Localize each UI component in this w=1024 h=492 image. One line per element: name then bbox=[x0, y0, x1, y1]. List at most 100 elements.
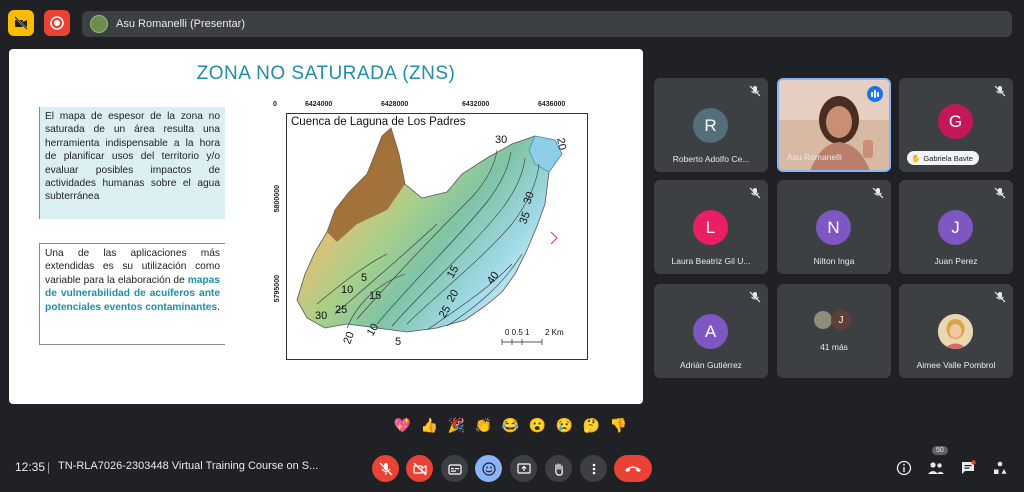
party-reaction[interactable]: 🎉 bbox=[447, 416, 466, 435]
thumbs-up-reaction[interactable]: 👍 bbox=[420, 416, 439, 435]
avatar-photo bbox=[938, 314, 973, 349]
pinned-name-chip: ✋ Gabriela Bavte bbox=[907, 151, 979, 165]
contour-label: 30 bbox=[495, 134, 508, 146]
emoji-button[interactable] bbox=[475, 455, 502, 482]
x-coord-label: 6436000 bbox=[538, 101, 566, 108]
mic-off-icon bbox=[994, 85, 1006, 97]
mic-off-icon bbox=[749, 187, 761, 199]
info-icon[interactable] bbox=[895, 459, 913, 477]
map-north-label: 0 bbox=[273, 101, 277, 108]
participant-name: Aimee Valle Pombrol bbox=[916, 360, 996, 370]
mic-off-icon bbox=[994, 187, 1006, 199]
mini-avatar: J bbox=[831, 310, 851, 330]
participant-name: Adrián Gutiérrez bbox=[680, 360, 742, 370]
clock: 12:35 bbox=[15, 460, 46, 474]
participant-tile[interactable]: N Nilton Inga bbox=[777, 180, 891, 274]
participant-tile[interactable]: L Laura Beatriz Gil U... bbox=[654, 180, 768, 274]
participant-tile[interactable]: R Roberto Adolfo Ce... bbox=[654, 78, 768, 172]
meeting-title: TN-RLA7026-2303448 Virtual Training Cour… bbox=[58, 460, 319, 472]
slide-text-box-2: Una de las aplicaciones más extendidas e… bbox=[39, 243, 225, 345]
scale-label: 0 0.5 1 bbox=[505, 328, 530, 337]
y-coord-label: 5800000 bbox=[274, 185, 281, 213]
contour-label: 20 bbox=[554, 136, 569, 152]
mini-avatar-photo bbox=[813, 310, 833, 330]
mic-off-icon bbox=[379, 462, 392, 475]
marker-icon bbox=[550, 231, 558, 245]
captions-button[interactable] bbox=[441, 455, 468, 482]
thinking-reaction[interactable]: 🤔 bbox=[582, 416, 601, 435]
clap-reaction[interactable]: 👏 bbox=[474, 416, 493, 435]
terrain-map-graphic bbox=[296, 127, 563, 345]
map-frame: Cuenca de Laguna de Los Padres 30 20 35 … bbox=[286, 113, 588, 360]
heart-reaction[interactable]: 💖 bbox=[393, 416, 412, 435]
camera-off-button[interactable] bbox=[406, 455, 433, 482]
end-call-button[interactable] bbox=[614, 455, 652, 482]
contour-label: 30 bbox=[315, 310, 328, 322]
raise-hand-button[interactable] bbox=[545, 455, 572, 482]
people-icon[interactable] bbox=[927, 459, 945, 477]
participant-name: Gabriela Bavte bbox=[923, 153, 973, 163]
more-participants-label: 41 más bbox=[820, 342, 848, 352]
more-options-button[interactable] bbox=[580, 455, 607, 482]
participant-name: Laura Beatriz Gil U... bbox=[671, 256, 751, 266]
map-title: Cuenca de Laguna de Los Padres bbox=[291, 116, 466, 128]
avatar: G bbox=[938, 104, 973, 139]
mic-off-icon bbox=[749, 291, 761, 303]
participant-name: Nilton Inga bbox=[813, 256, 855, 266]
presentation-slide: ZONA NO SATURADA (ZNS) El mapa de espeso… bbox=[9, 49, 643, 404]
thumbs-down-reaction[interactable]: 👎 bbox=[609, 416, 628, 435]
more-icon bbox=[592, 463, 595, 474]
participant-name: Asu Romanelli bbox=[787, 152, 842, 162]
scale-unit: 2 Km bbox=[545, 328, 564, 337]
participant-name: Juan Perez bbox=[934, 256, 978, 266]
present-button[interactable] bbox=[510, 455, 537, 482]
captions-icon bbox=[447, 463, 462, 475]
avatar: N bbox=[816, 210, 851, 245]
map-figure: 0 6424000 6428000 6432000 6436000 580000… bbox=[271, 97, 591, 367]
activities-icon[interactable] bbox=[991, 459, 1009, 477]
presenter-label: Asu Romanelli (Presentar) bbox=[116, 18, 245, 30]
surprised-reaction[interactable]: 😮 bbox=[528, 416, 547, 435]
separator: | bbox=[47, 460, 51, 474]
x-coord-label: 6428000 bbox=[381, 101, 409, 108]
reaction-bar: 💖 👍 🎉 👏 😂 😮 😢 🤔 👎 bbox=[393, 416, 628, 435]
participant-count-badge: 50 bbox=[932, 446, 948, 455]
x-coord-label: 6424000 bbox=[305, 101, 333, 108]
slide-title: ZONA NO SATURADA (ZNS) bbox=[196, 63, 456, 84]
mic-off-icon bbox=[994, 291, 1006, 303]
avatar: L bbox=[693, 210, 728, 245]
contour-label: 5 bbox=[395, 336, 402, 348]
present-icon bbox=[516, 462, 531, 474]
raise-hand-icon bbox=[554, 462, 563, 476]
contour-label: 15 bbox=[369, 290, 382, 302]
avatar: R bbox=[693, 108, 728, 143]
y-coord-label: 5795000 bbox=[274, 275, 281, 303]
end-call-icon bbox=[625, 466, 641, 472]
hand-icon: ✋ bbox=[911, 153, 921, 163]
participant-tile-video[interactable]: Asu Romanelli bbox=[777, 78, 891, 172]
presenter-bar[interactable]: Asu Romanelli (Presentar) bbox=[82, 11, 1012, 37]
emoji-icon bbox=[481, 461, 496, 476]
video-off-icon[interactable] bbox=[8, 10, 34, 36]
participant-name: Roberto Adolfo Ce... bbox=[672, 154, 750, 164]
x-coord-label: 6432000 bbox=[462, 101, 490, 108]
presenter-avatar bbox=[90, 15, 108, 33]
record-icon[interactable] bbox=[44, 10, 70, 36]
speaking-indicator-icon bbox=[867, 86, 883, 102]
contour-label: 5 bbox=[361, 272, 368, 284]
contour-label: 25 bbox=[335, 304, 348, 316]
participant-tile[interactable]: G ✋ Gabriela Bavte bbox=[899, 78, 1013, 172]
avatar: J bbox=[938, 210, 973, 245]
participant-tile[interactable]: Aimee Valle Pombrol bbox=[899, 284, 1013, 378]
contour-label: 10 bbox=[341, 284, 354, 296]
avatar: A bbox=[693, 314, 728, 349]
participant-tile[interactable]: J Juan Perez bbox=[899, 180, 1013, 274]
laugh-reaction[interactable]: 😂 bbox=[501, 416, 520, 435]
participant-tile[interactable]: A Adrián Gutiérrez bbox=[654, 284, 768, 378]
mic-off-icon bbox=[872, 187, 884, 199]
others-tile[interactable]: J 41 más bbox=[777, 284, 891, 378]
mic-off-button[interactable] bbox=[372, 455, 399, 482]
chat-icon[interactable] bbox=[959, 459, 977, 477]
camera-off-icon bbox=[412, 462, 427, 475]
sad-reaction[interactable]: 😢 bbox=[555, 416, 574, 435]
